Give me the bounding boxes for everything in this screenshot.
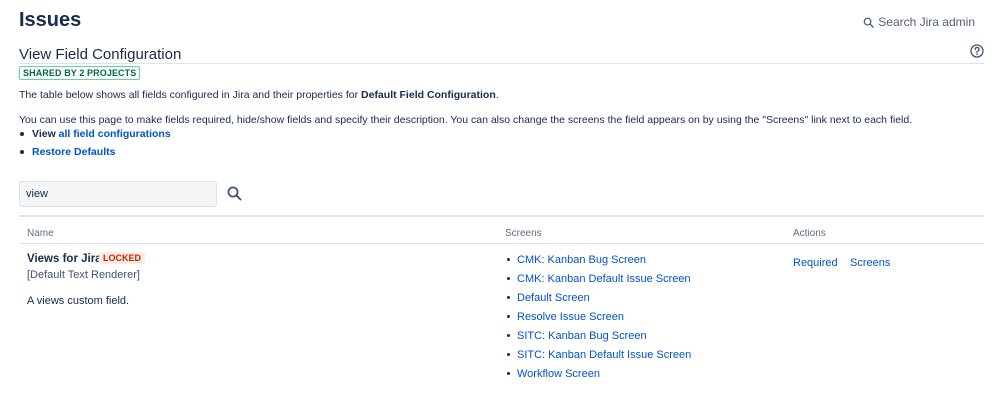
- search-icon[interactable]: [226, 185, 243, 202]
- list-item: SITC: Kanban Default Issue Screen: [505, 348, 691, 367]
- section-title: View Field Configuration: [19, 46, 182, 63]
- title-divider: [19, 63, 984, 64]
- all-field-configurations-link[interactable]: all field configurations: [59, 128, 171, 140]
- screen-link[interactable]: Default Screen: [517, 292, 590, 304]
- column-header-screens: Screens: [505, 228, 542, 239]
- table-header-divider: [19, 243, 984, 244]
- list-item: Workflow Screen: [505, 367, 691, 386]
- list-item: SITC: Kanban Bug Screen: [505, 329, 691, 348]
- list-item: Restore Defaults: [19, 145, 171, 159]
- operations-list: View all field configurations Restore De…: [19, 127, 171, 163]
- screen-link[interactable]: CMK: Kanban Default Issue Screen: [517, 273, 691, 285]
- shared-projects-lozenge[interactable]: SHARED BY 2 PROJECTS: [19, 66, 141, 80]
- field-renderer: [Default Text Renderer]: [27, 269, 140, 281]
- page-title: Issues: [19, 9, 82, 31]
- search-jira-admin-label: Search Jira admin: [878, 15, 975, 29]
- restore-defaults-link[interactable]: Restore Defaults: [32, 146, 115, 158]
- view-prefix: View: [32, 128, 59, 140]
- list-item: CMK: Kanban Bug Screen: [505, 253, 691, 272]
- description-text-pre: The table below shows all fields configu…: [19, 89, 362, 101]
- screens-list: CMK: Kanban Bug Screen CMK: Kanban Defau…: [505, 253, 691, 386]
- screen-link[interactable]: SITC: Kanban Bug Screen: [517, 330, 647, 342]
- list-item: Resolve Issue Screen: [505, 310, 691, 329]
- screens-action-link[interactable]: Screens: [850, 257, 890, 269]
- screen-link[interactable]: SITC: Kanban Default Issue Screen: [517, 349, 691, 361]
- required-action-link[interactable]: Required: [793, 257, 838, 269]
- column-header-actions: Actions: [793, 228, 826, 239]
- list-item: View all field configurations: [19, 127, 171, 141]
- list-item: CMK: Kanban Default Issue Screen: [505, 272, 691, 291]
- field-configuration-name: Default Field Configuration: [361, 89, 496, 101]
- table-top-divider: [19, 215, 984, 217]
- question-circle-icon[interactable]: [970, 44, 984, 58]
- screen-link[interactable]: Resolve Issue Screen: [517, 311, 624, 323]
- column-header-name: Name: [27, 228, 54, 239]
- description-line-2: You can use this page to make fields req…: [19, 114, 913, 126]
- field-description: A views custom field.: [27, 295, 130, 307]
- field-filter-input[interactable]: [19, 181, 217, 207]
- screen-link[interactable]: Workflow Screen: [517, 368, 600, 380]
- search-icon: [863, 17, 875, 28]
- locked-lozenge: LOCKED: [99, 252, 145, 264]
- list-item: Default Screen: [505, 291, 691, 310]
- screen-link[interactable]: CMK: Kanban Bug Screen: [517, 254, 646, 266]
- description-line-1: The table below shows all fields configu…: [19, 89, 499, 101]
- search-jira-admin-link[interactable]: Search Jira admin: [863, 15, 975, 29]
- description-text-post: .: [495, 89, 499, 101]
- field-name: Views for Jira: [27, 253, 102, 265]
